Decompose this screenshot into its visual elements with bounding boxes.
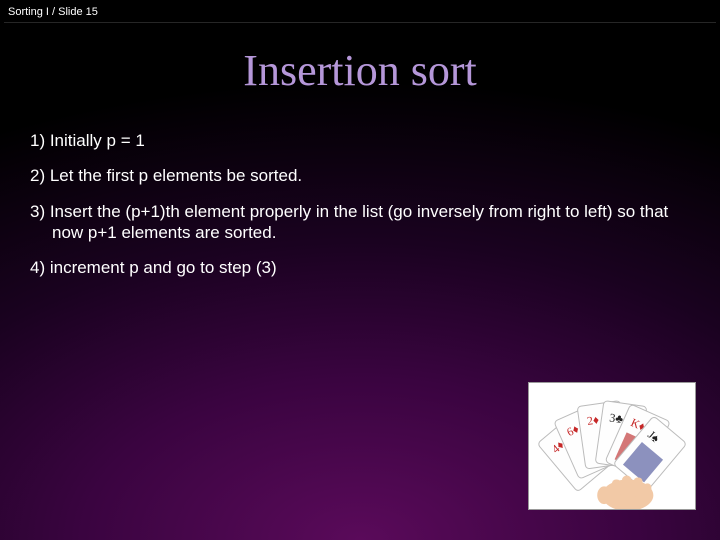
slide-number: Slide 15: [58, 6, 98, 18]
cards-icon: 4♦ 6♦ 2♦ 3♣ K♦ J♠: [529, 383, 695, 509]
svg-text:2♦: 2♦: [586, 412, 600, 428]
algorithm-steps: 1) Initially p = 1 2) Let the first p el…: [0, 130, 720, 278]
header-rule: [4, 22, 716, 23]
step-item: 2) Let the first p elements be sorted.: [30, 165, 690, 186]
step-item: 3) Insert the (p+1)th element properly i…: [30, 201, 690, 244]
playing-cards-image: 4♦ 6♦ 2♦ 3♣ K♦ J♠: [528, 382, 696, 510]
slide-title: Insertion sort: [0, 45, 720, 96]
step-item: 1) Initially p = 1: [30, 130, 690, 151]
header-separator: /: [52, 6, 55, 18]
slide-header: Sorting I / Slide 15: [0, 0, 720, 22]
course-name: Sorting I: [8, 6, 49, 18]
step-item: 4) increment p and go to step (3): [30, 257, 690, 278]
